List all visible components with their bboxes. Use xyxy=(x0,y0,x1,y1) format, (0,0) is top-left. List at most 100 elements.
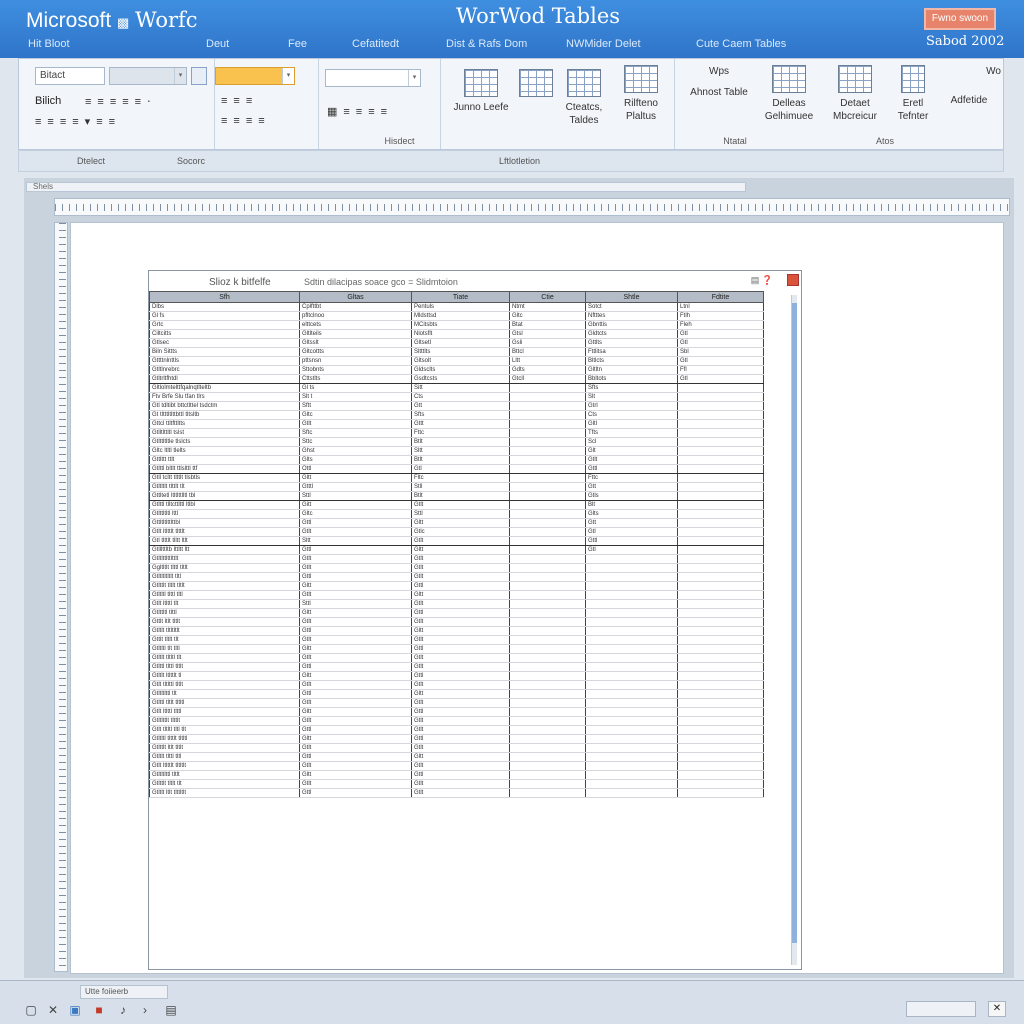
table-cell[interactable]: Bltlcts xyxy=(585,356,678,366)
table-cell[interactable] xyxy=(677,644,764,654)
table-cell[interactable]: Gttltltlttlttbl xyxy=(149,518,300,528)
table-row[interactable]: Gtlt tltlttl tltlt Gtlt Gtlt xyxy=(149,680,764,690)
table-cell[interactable] xyxy=(509,482,586,492)
table-cell[interactable] xyxy=(509,410,586,420)
table-cell[interactable]: Gtl xyxy=(585,527,678,537)
table-cell[interactable]: Gtltlttlt tlttlt xyxy=(149,716,300,726)
table-cell[interactable]: Sttl xyxy=(411,509,510,519)
table-cell[interactable]: Gttl xyxy=(299,662,412,672)
table-cell[interactable]: Gtltlt tltltl tlt xyxy=(149,653,300,663)
table-cell[interactable] xyxy=(509,446,586,456)
table-cell[interactable]: Gttl xyxy=(411,608,510,618)
table-row[interactable]: Gtlttltltl lttl Gltc Sttl Glts xyxy=(149,509,764,519)
table-cell[interactable]: Gtt xyxy=(411,401,510,411)
table-row[interactable]: Gttttnlnttls pttsnsn Gltsolt Lltt Bltlcts Gtl xyxy=(149,356,764,366)
table-cell[interactable]: Gttl xyxy=(411,671,510,681)
advanced-button[interactable]: Wo Adfetide xyxy=(937,65,1001,107)
table-row[interactable]: Gttltltlttlttbl Gttl Gltt Gtt xyxy=(149,518,764,528)
create-tables-button[interactable]: Cteatcs, Taldes xyxy=(559,69,609,127)
table-cell[interactable] xyxy=(677,788,764,798)
table-cell[interactable]: elttcets xyxy=(299,320,412,330)
table-cell[interactable]: Gtls xyxy=(585,491,678,501)
table-cell[interactable]: Cts xyxy=(585,410,678,420)
table-cell[interactable] xyxy=(509,509,586,519)
table-cell[interactable]: Gtlt xyxy=(299,779,412,789)
table-cell[interactable]: Gltt xyxy=(299,608,412,618)
table-cell[interactable]: Gltt xyxy=(411,545,510,555)
table-cell[interactable]: Gtl xyxy=(677,374,764,384)
table-cell[interactable] xyxy=(677,536,764,546)
email-button[interactable]: Eretl Tefnter xyxy=(893,65,933,123)
table-cell[interactable] xyxy=(509,626,586,636)
table-cell[interactable]: Gltcottts xyxy=(299,347,412,357)
table-cell[interactable]: Gtlt ltlttl tlt xyxy=(149,599,300,609)
table-cell[interactable]: Gtlttltltle tlslcts xyxy=(149,437,300,447)
table-cell[interactable]: Sttl xyxy=(299,599,412,609)
windows-icon[interactable]: ▣ xyxy=(66,1001,84,1019)
table-row[interactable]: Gtlttlt tltlt tltlt Gltt Gttl xyxy=(149,581,764,591)
table-row[interactable]: Gtlttlt ltlt tltlt Gtlt Gtlt xyxy=(149,743,764,753)
table-cell[interactable]: Sbl xyxy=(677,347,764,357)
table-cell[interactable]: Gtlt xyxy=(299,680,412,690)
table-cell[interactable]: Gttl xyxy=(299,572,412,582)
table-cell[interactable]: Stll xyxy=(411,482,510,492)
table-cell[interactable]: Gltc ltltl tlelts xyxy=(149,446,300,456)
table-cell[interactable]: Gldsclts xyxy=(411,365,510,375)
table-cell[interactable] xyxy=(509,464,586,474)
table-row[interactable]: Gtl tdltibt bttctlttel tsdctm Sftt Gtt Gtrl xyxy=(149,401,764,411)
table-cell[interactable]: Sftc xyxy=(299,428,412,438)
font-size-combo[interactable]: ▾ xyxy=(109,67,187,85)
table-row[interactable]: Gtlltlttltl tslst Sftc Fttc Tfts xyxy=(149,428,764,438)
table-cell[interactable]: Nftttes xyxy=(585,311,678,321)
table-cell[interactable] xyxy=(509,671,586,681)
close-icon[interactable]: ✕ xyxy=(988,1001,1006,1017)
table-cell[interactable]: Gtlttl bltlt ttlslttl ttf xyxy=(149,464,300,474)
table-cell[interactable]: Gtlc xyxy=(411,527,510,537)
table-cell[interactable] xyxy=(509,554,586,564)
table-cell[interactable]: Gtlt xyxy=(411,680,510,690)
table-cell[interactable]: Gltsslt xyxy=(299,338,412,348)
document-page[interactable]: Slioz k bitfelfe Sdtin dilacipas soace g… xyxy=(70,222,1004,974)
table-cell[interactable]: Gtlttltl tlttl xyxy=(149,608,300,618)
table-row[interactable]: Gtltlttlttlttlt Gtlt Gtlt xyxy=(149,554,764,564)
table-cell[interactable]: Dlbs xyxy=(149,302,300,312)
table-row[interactable]: Gtltlt tltltltlt Gttl Gltt xyxy=(149,626,764,636)
table-cell[interactable] xyxy=(509,392,586,402)
table-row[interactable]: Gtltltl tlt tltl Gltt Gttl xyxy=(149,644,764,654)
table-cell[interactable] xyxy=(677,743,764,753)
table-cell[interactable]: Sttobnts xyxy=(299,365,412,375)
table-cell[interactable]: Ntmt xyxy=(509,302,586,312)
table-cell[interactable] xyxy=(509,581,586,591)
font-name-combo[interactable]: Bitact xyxy=(35,67,105,85)
table-cell[interactable]: Gl fs xyxy=(149,311,300,321)
table-cell[interactable]: Gltt xyxy=(299,734,412,744)
table-cell[interactable] xyxy=(677,509,764,519)
table-cell[interactable] xyxy=(585,716,678,726)
table-cell[interactable]: Grtc xyxy=(149,320,300,330)
table-cell[interactable] xyxy=(585,572,678,582)
pdf-icon[interactable]: ■ xyxy=(90,1001,108,1019)
table-cell[interactable] xyxy=(509,545,586,555)
table-cell[interactable] xyxy=(677,770,764,780)
table-cell[interactable]: Tfts xyxy=(585,428,678,438)
table-cell[interactable]: Ottl xyxy=(299,464,412,474)
table-cell[interactable]: Gltl xyxy=(585,419,678,429)
spacing-icons[interactable]: ≡≡≡≡ xyxy=(221,115,271,127)
table-cell[interactable] xyxy=(585,734,678,744)
table-cell[interactable]: Gtttl xyxy=(299,482,412,492)
table-cell[interactable]: Gtlt ltlttlt tltltlt xyxy=(149,761,300,771)
table-cell[interactable] xyxy=(677,572,764,582)
table-cell[interactable]: Gtsl xyxy=(509,329,586,339)
table-cell[interactable]: Gtltlttlttlttlt xyxy=(149,554,300,564)
table-cell[interactable]: Gtlt xyxy=(411,653,510,663)
table-cell[interactable]: Sitt xyxy=(411,383,510,393)
table-cell[interactable]: Gl ts xyxy=(299,383,412,393)
table-cell[interactable]: Gtlt xyxy=(411,599,510,609)
table-cell[interactable] xyxy=(585,680,678,690)
table-cell[interactable] xyxy=(509,401,586,411)
table-cell[interactable] xyxy=(509,473,586,483)
paragraph-align-icons[interactable]: ≡≡≡≡≡⋅ xyxy=(85,95,157,108)
table-cell[interactable] xyxy=(509,734,586,744)
table-cell[interactable]: Ftv Brfe Slu tfan tlrs xyxy=(149,392,300,402)
table-cell[interactable]: Gtlt xyxy=(299,527,412,537)
